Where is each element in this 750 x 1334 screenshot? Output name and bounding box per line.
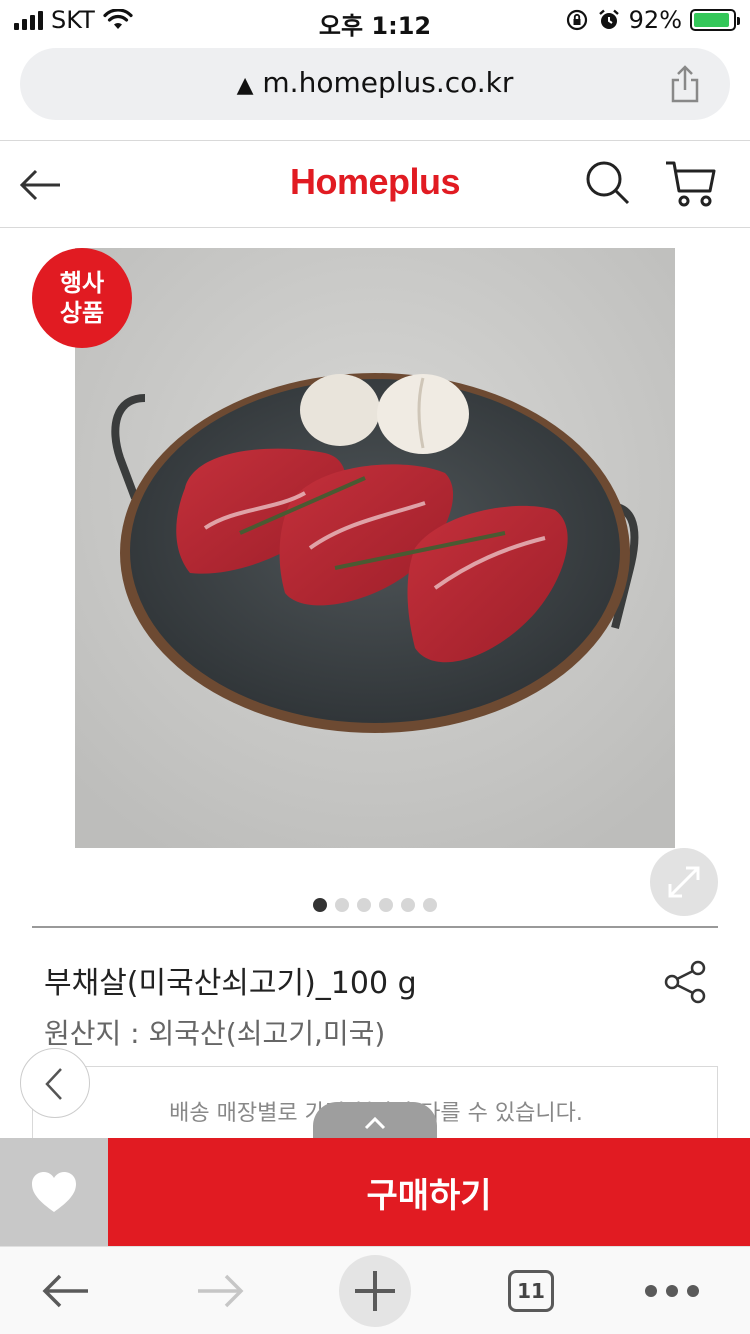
pagination-dot[interactable] [423,898,437,912]
battery-percent: 92% [628,6,682,34]
warning-icon: ▲ [236,73,254,98]
image-pagination-dots[interactable] [0,898,750,912]
more-button[interactable] [640,1247,704,1334]
share-icon[interactable] [662,958,710,1006]
browser-toolbar: 11 [0,1246,750,1334]
plus-icon [339,1255,411,1327]
pagination-dot[interactable] [357,898,371,912]
url-text[interactable]: ▲ m.homeplus.co.kr [20,66,730,99]
forward-arrow-icon [198,1274,244,1308]
event-product-badge: 행사 상품 [32,248,132,348]
share-icon[interactable] [668,64,702,104]
heart-icon [32,1172,76,1212]
product-name: 부채살(미국산쇠고기)_100 g [44,966,417,1001]
browser-forward-button[interactable] [186,1247,256,1334]
tab-count: 11 [508,1270,554,1312]
status-bar: SKT 오후 1:12 92% [0,0,750,40]
battery-icon [690,9,740,31]
url-value: m.homeplus.co.kr [262,66,514,99]
divider [32,926,718,928]
rotation-lock-icon [566,9,587,31]
homeplus-logo[interactable]: Homeplus [0,161,750,203]
pagination-dot[interactable] [401,898,415,912]
cart-icon[interactable] [664,157,716,209]
product-origin: 원산지 : 외국산(쇠고기,미국) [44,1017,386,1050]
browser-back-button[interactable] [30,1247,100,1334]
tabs-button[interactable]: 11 [504,1247,558,1334]
badge-line2: 상품 [59,299,105,327]
search-icon[interactable] [584,159,632,207]
buy-button[interactable]: 구매하기 [108,1138,750,1246]
wishlist-button[interactable] [0,1138,108,1246]
badge-line1: 행사 [59,269,105,297]
steak-photo [75,248,675,848]
pagination-dot[interactable] [335,898,349,912]
chevron-left-icon [45,1068,62,1100]
pagination-dot[interactable] [379,898,393,912]
app-header: Homeplus [0,140,750,228]
status-right: 92% [565,6,740,34]
url-bar[interactable]: ▲ m.homeplus.co.kr [20,48,730,120]
back-arrow-icon [42,1274,88,1308]
product-image[interactable] [75,248,675,848]
new-tab-button[interactable] [338,1247,412,1334]
alarm-clock-icon [598,9,619,29]
more-dots-icon [645,1285,699,1297]
previous-button[interactable] [20,1048,90,1118]
pagination-dot[interactable] [313,898,327,912]
